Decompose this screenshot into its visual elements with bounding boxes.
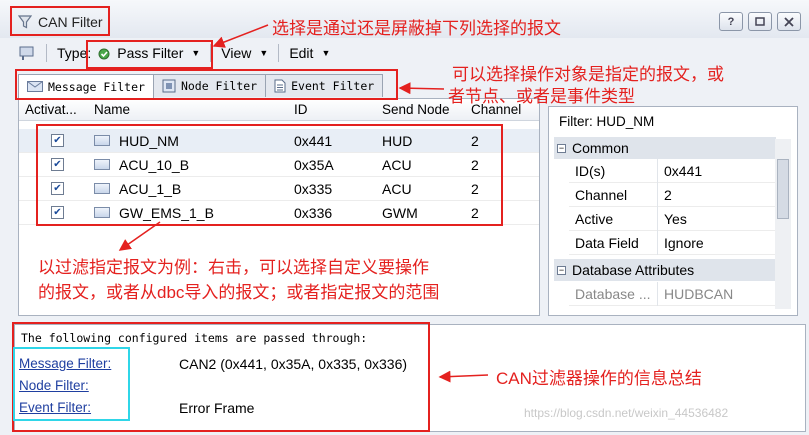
- tab-message-filter[interactable]: Message Filter: [18, 74, 154, 98]
- annotation-arrow: [398, 82, 445, 95]
- annotation-note: 的报文，或者从dbc导入的报文；或者指定报文的范围: [38, 283, 440, 302]
- watermark: https://blog.csdn.net/weixin_44536482: [524, 406, 729, 420]
- annotation-arrow: [118, 221, 161, 251]
- annotation-note: 者节点、或者是事件类型: [448, 87, 635, 106]
- annotation-note: 以过滤指定报文为例：右击，可以选择自定义要操作: [38, 258, 429, 277]
- envelope-icon: [27, 81, 43, 92]
- annotation-arrow: [438, 370, 489, 383]
- annotation-arrow: [212, 24, 269, 48]
- annotation-note: 选择是通过还是屏蔽掉下列选择的报文: [272, 19, 561, 38]
- annotation-note: CAN过滤器操作的信息总结: [496, 369, 702, 388]
- tab-label: Message Filter: [48, 79, 145, 94]
